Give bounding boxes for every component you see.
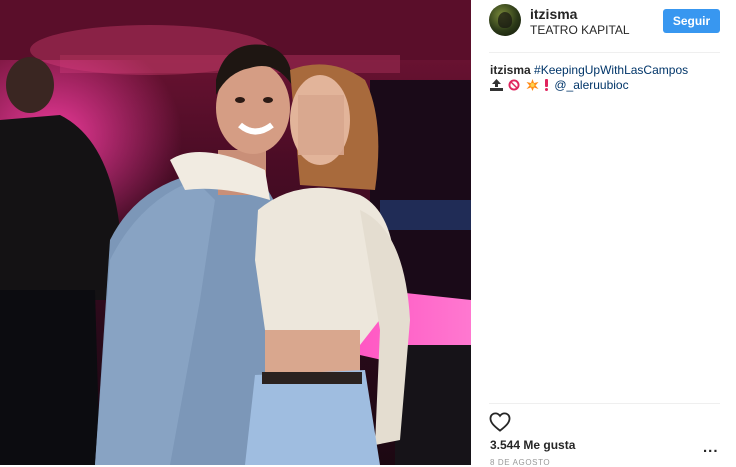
photo-illustration <box>0 0 471 465</box>
like-heart-icon[interactable] <box>489 412 511 432</box>
top-icon <box>490 79 503 91</box>
post-photo[interactable] <box>0 0 471 465</box>
divider <box>489 52 720 53</box>
location-link[interactable]: TEATRO KAPITAL <box>530 23 630 37</box>
post-date[interactable]: 8 DE AGOSTO <box>490 458 550 467</box>
post-details-panel: itzisma TEATRO KAPITAL Seguir itzisma #K… <box>471 0 736 467</box>
divider <box>489 403 720 404</box>
post-header: itzisma TEATRO KAPITAL Seguir <box>471 0 736 52</box>
collision-icon <box>526 79 539 91</box>
post-caption: itzisma #KeepingUpWithLasCampos @_aleruu… <box>490 63 722 93</box>
no-under-18-icon <box>508 79 520 91</box>
follow-button[interactable]: Seguir <box>663 9 720 33</box>
exclamation-icon <box>545 79 549 91</box>
mention-link[interactable]: @_aleruubioc <box>554 78 628 92</box>
more-options-button[interactable]: ... <box>703 439 719 456</box>
hashtag-link[interactable]: #KeepingUpWithLasCampos <box>534 63 688 77</box>
likes-count[interactable]: 3.544 Me gusta <box>490 438 575 452</box>
blurred-face <box>298 95 344 155</box>
caption-emojis <box>490 78 554 92</box>
caption-username[interactable]: itzisma <box>490 63 531 77</box>
avatar[interactable] <box>489 4 521 36</box>
username-link[interactable]: itzisma <box>530 6 577 22</box>
